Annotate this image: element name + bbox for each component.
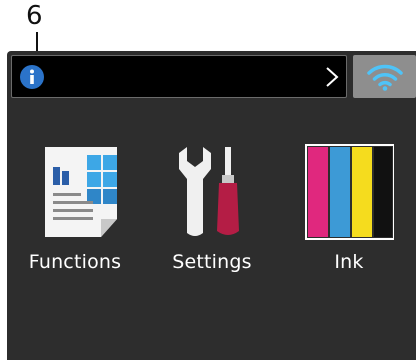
functions-label: Functions [28,251,122,273]
touchscreen: Functions Settings Ink [7,51,416,360]
functions-button[interactable]: Functions [15,141,135,281]
settings-label: Settings [172,251,252,273]
ink-label: Ink [334,251,364,273]
settings-icon [179,147,239,236]
functions-icon [45,147,117,237]
settings-button[interactable]: Settings [152,141,272,281]
ink-button[interactable]: Ink [289,141,409,281]
chevron-right-icon[interactable] [325,66,339,88]
status-bar[interactable] [11,55,347,98]
wifi-icon [367,64,403,91]
callout-number: 6 [26,1,43,31]
info-icon[interactable] [20,65,44,89]
ink-icon [305,144,394,240]
wifi-button[interactable] [353,55,416,98]
